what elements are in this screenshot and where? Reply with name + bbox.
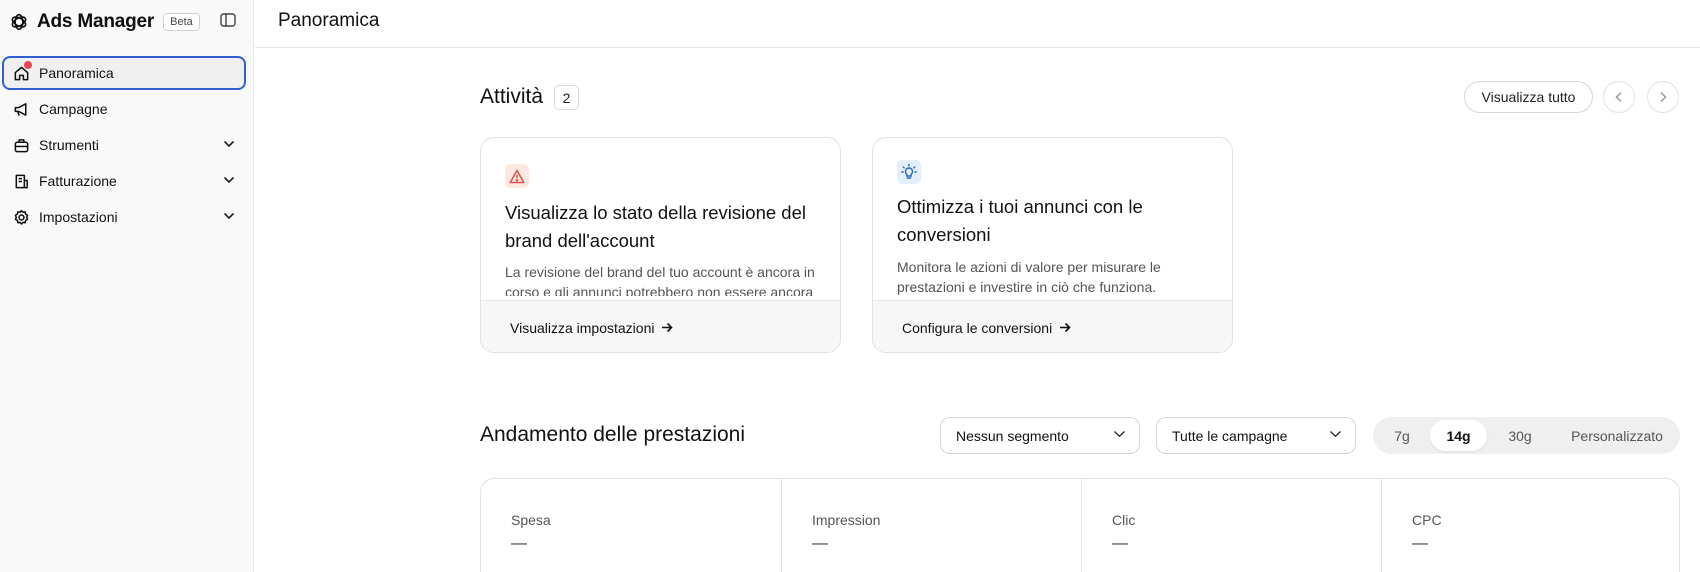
activity-count-badge: 2 bbox=[554, 85, 579, 110]
sidebar-nav: Panoramica Campagne Strumenti Fatturazio… bbox=[2, 56, 246, 236]
receipt-icon bbox=[12, 172, 30, 190]
sidebar-toggle-icon[interactable] bbox=[219, 11, 237, 29]
activity-card-brand-review: Visualizza lo stato della revisione del … bbox=[480, 137, 841, 353]
sidebar-item-label: Campagne bbox=[39, 101, 108, 117]
chevron-down-icon bbox=[222, 173, 236, 187]
activity-title: Attività bbox=[480, 85, 544, 108]
sidebar-item-impostazioni[interactable]: Impostazioni bbox=[2, 200, 246, 234]
metric-value: — bbox=[1412, 535, 1428, 552]
card-action-label: Configura le conversioni bbox=[902, 319, 1053, 336]
metric-value: — bbox=[1112, 535, 1128, 552]
configure-conversions-link[interactable]: Configura le conversioni bbox=[873, 300, 1232, 352]
range-14g-button[interactable]: 14g bbox=[1430, 420, 1487, 451]
toolbox-icon bbox=[12, 136, 30, 154]
card-description: Monitora le azioni di valore per misurar… bbox=[897, 259, 1161, 295]
sidebar-item-label: Strumenti bbox=[39, 137, 99, 153]
sidebar-item-panoramica[interactable]: Panoramica bbox=[2, 56, 246, 90]
brand: Ads Manager Beta bbox=[8, 8, 200, 36]
page-title: Panoramica bbox=[278, 10, 380, 31]
campaign-select-value: Tutte le campagne bbox=[1172, 427, 1288, 444]
metric-label: Impression bbox=[812, 512, 881, 528]
openai-logo-icon bbox=[8, 11, 30, 33]
card-title: Ottimizza i tuoi annunci con le conversi… bbox=[897, 196, 1143, 245]
chevron-down-icon bbox=[222, 137, 236, 151]
chevron-down-icon bbox=[222, 209, 236, 223]
sidebar-item-fatturazione[interactable]: Fatturazione bbox=[2, 164, 246, 198]
sidebar-item-label: Impostazioni bbox=[39, 209, 118, 225]
campaign-select[interactable]: Tutte le campagne bbox=[1156, 417, 1356, 454]
range-custom-button[interactable]: Personalizzato bbox=[1558, 420, 1676, 451]
view-settings-link[interactable]: Visualizza impostazioni bbox=[481, 300, 840, 352]
beta-badge: Beta bbox=[163, 13, 200, 31]
lightbulb-icon bbox=[897, 160, 921, 184]
metric-label: Spesa bbox=[511, 512, 551, 528]
chevron-right-icon bbox=[1659, 91, 1667, 103]
card-action-label: Visualizza impostazioni bbox=[510, 319, 655, 336]
view-all-button[interactable]: Visualizza tutto bbox=[1464, 81, 1593, 113]
metric-label: Clic bbox=[1112, 512, 1136, 528]
card-title: Visualizza lo stato della revisione del … bbox=[505, 202, 806, 251]
sidebar-item-campagne[interactable]: Campagne bbox=[2, 92, 246, 126]
sidebar-item-strumenti[interactable]: Strumenti bbox=[2, 128, 246, 162]
metric-value: — bbox=[511, 535, 527, 552]
top-bar: Panoramica bbox=[255, 0, 1700, 48]
range-30g-button[interactable]: 30g bbox=[1490, 420, 1550, 451]
notification-dot bbox=[24, 61, 32, 69]
card-description: La revisione del brand del tuo account è… bbox=[505, 264, 815, 296]
chevron-down-icon bbox=[1113, 430, 1127, 444]
metric-spesa: Spesa — bbox=[481, 479, 782, 572]
metrics-panel: Spesa — Impression — Clic — CPC — bbox=[480, 478, 1680, 572]
gear-icon bbox=[12, 208, 30, 226]
metric-value: — bbox=[812, 535, 828, 552]
sidebar: Ads Manager Beta Panoramica Campagne Str… bbox=[0, 0, 254, 572]
arrow-right-icon bbox=[661, 322, 674, 333]
metric-clic: Clic — bbox=[1082, 479, 1382, 572]
range-7g-button[interactable]: 7g bbox=[1377, 420, 1427, 451]
metric-label: CPC bbox=[1412, 512, 1442, 528]
warning-triangle-icon bbox=[505, 164, 529, 188]
sidebar-item-label: Panoramica bbox=[39, 65, 114, 81]
sidebar-item-label: Fatturazione bbox=[39, 173, 117, 189]
activity-card-conversions: Ottimizza i tuoi annunci con le conversi… bbox=[872, 137, 1233, 353]
arrow-right-icon bbox=[1059, 322, 1071, 333]
chevron-down-icon bbox=[1329, 430, 1343, 444]
chevron-left-icon bbox=[1615, 91, 1623, 103]
next-button[interactable] bbox=[1647, 81, 1679, 113]
segment-select[interactable]: Nessun segmento bbox=[940, 417, 1140, 454]
home-icon bbox=[12, 61, 32, 82]
metric-impression: Impression — bbox=[782, 479, 1082, 572]
previous-button[interactable] bbox=[1603, 81, 1635, 113]
segment-select-value: Nessun segmento bbox=[956, 427, 1069, 444]
app-title: Ads Manager bbox=[37, 11, 155, 32]
date-range-segmented-control: 7g 14g 30g Personalizzato bbox=[1373, 417, 1680, 454]
performance-title: Andamento delle prestazioni bbox=[480, 423, 746, 446]
metric-cpc: CPC — bbox=[1382, 479, 1679, 572]
megaphone-icon bbox=[12, 100, 30, 118]
